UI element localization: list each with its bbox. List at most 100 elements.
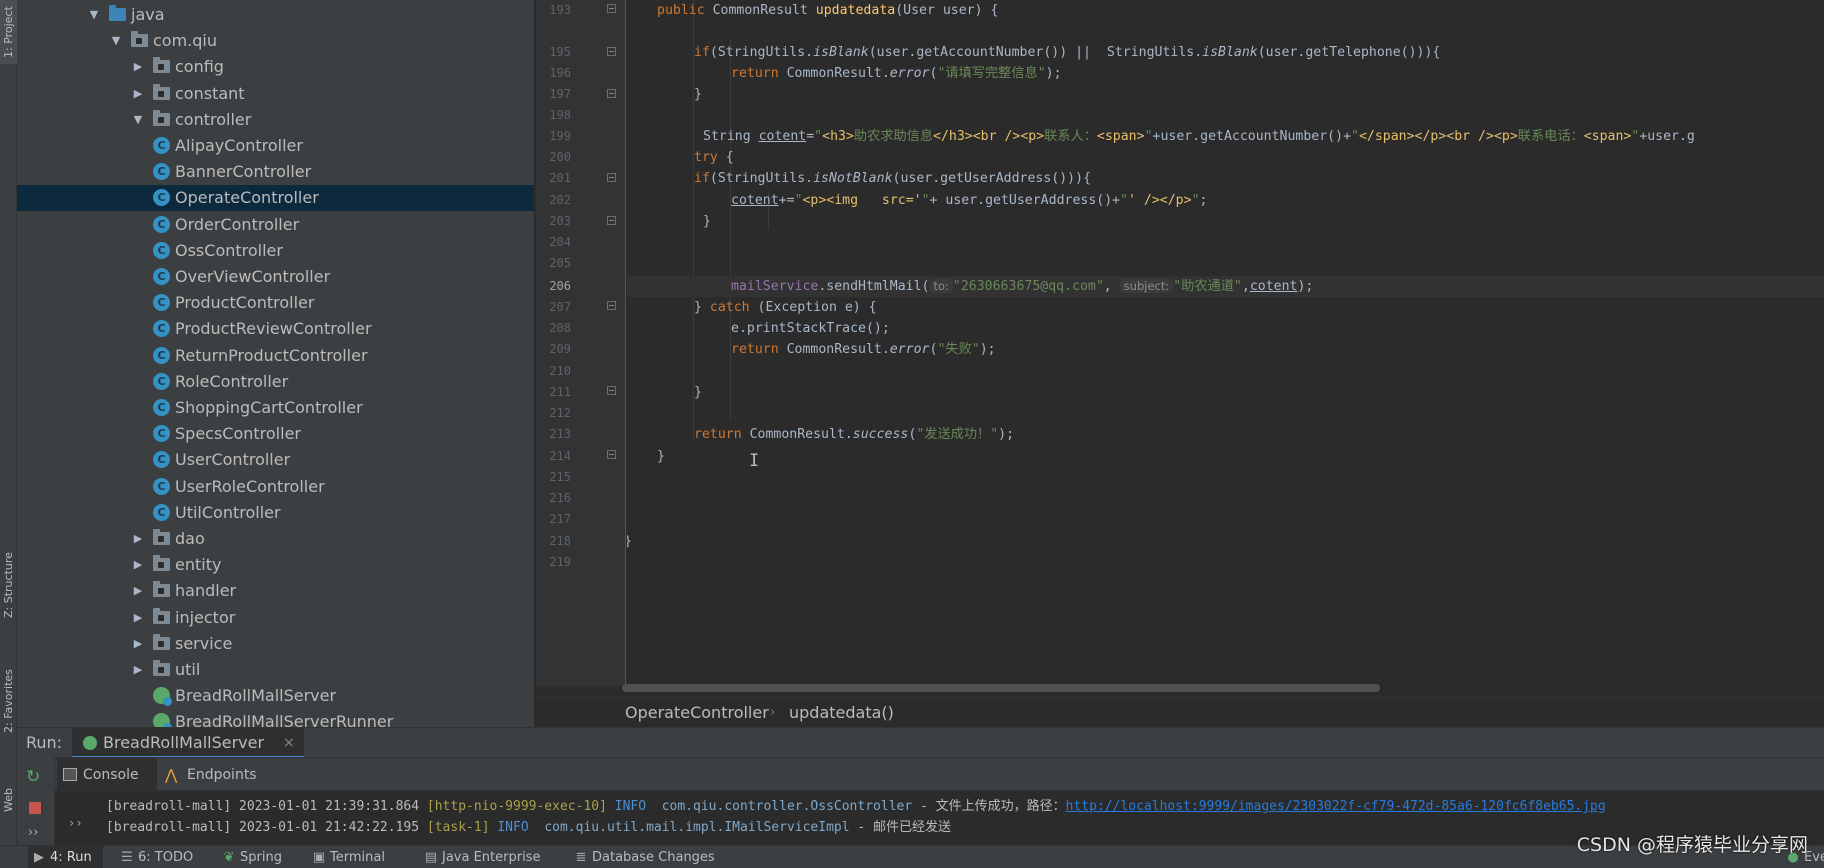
tree-node-productcontroller[interactable]: C ProductController <box>17 290 534 316</box>
list-icon: ☰ <box>121 850 133 865</box>
tree-node-osscontroller[interactable]: C OssController <box>17 238 534 264</box>
tree-node-controller[interactable]: ▼ controller <box>17 107 534 133</box>
endpoints-icon: ⋀ <box>165 766 178 784</box>
tree-node-breadrollmallserver[interactable]: BreadRollMallServer <box>17 683 534 709</box>
tree-node-label: injector <box>175 607 236 627</box>
chevron-right-icon[interactable]: ▶ <box>131 605 145 631</box>
editor-horizontal-scrollbar[interactable] <box>622 684 1380 692</box>
tree-node-overviewcontroller[interactable]: C OverViewController <box>17 264 534 290</box>
fold-marker[interactable] <box>607 173 616 182</box>
tree-node-label: UserController <box>175 450 291 470</box>
param-hint-subject: subject: <box>1119 279 1174 293</box>
line-number: 212 <box>549 406 571 420</box>
todo-tool-tab[interactable]: ☰ 6: TODO <box>120 846 193 868</box>
tree-node-rolecontroller[interactable]: C RoleController <box>17 369 534 395</box>
tree-node-injector[interactable]: ▶ injector <box>17 605 534 631</box>
favorites-tool-tab-label: 2: Favorites <box>2 669 15 733</box>
more-actions-icon[interactable]: ›› <box>28 825 38 840</box>
breadcrumb: OperateController › updatedata() <box>536 697 1824 727</box>
fold-marker[interactable] <box>607 4 616 13</box>
line-number: 216 <box>549 491 571 505</box>
tree-node-constant[interactable]: ▶ constant <box>17 81 534 107</box>
code-line-208: e.printStackTrace(); <box>731 321 890 336</box>
tree-node-userrolecontroller[interactable]: C UserRoleController <box>17 474 534 500</box>
chevron-right-icon[interactable]: ▶ <box>131 578 145 604</box>
project-tool-tab[interactable]: 1: Project <box>0 0 17 64</box>
tree-node-label: util <box>175 660 201 679</box>
console-tab-label: Console <box>83 767 139 783</box>
breadcrumb-class[interactable]: OperateController <box>625 698 769 728</box>
terminal-tool-tab-label: Terminal <box>330 850 385 865</box>
chevron-right-icon[interactable]: ▶ <box>131 81 145 107</box>
database-changes-tool-tab[interactable]: ≣ Database Changes <box>574 846 715 868</box>
console-output[interactable]: ›› [breadroll-mall] 2023-01-01 21:39:31.… <box>56 792 1824 845</box>
close-icon[interactable]: × <box>283 728 295 758</box>
tree-node-config[interactable]: ▶ config <box>17 54 534 80</box>
code-editor[interactable]: public CommonResult updatedata(User user… <box>627 0 1824 686</box>
chevron-right-icon[interactable]: ▶ <box>131 631 145 657</box>
fold-marker[interactable] <box>607 301 616 310</box>
fold-marker[interactable] <box>607 47 616 56</box>
breadcrumb-method[interactable]: updatedata() <box>789 698 894 728</box>
chevron-down-icon[interactable]: ▼ <box>87 2 101 28</box>
line-number: 204 <box>549 235 571 249</box>
tree-node-utilcontroller[interactable]: C UtilController <box>17 500 534 526</box>
tree-node-ordercontroller[interactable]: C OrderController <box>17 212 534 238</box>
run-config-tab[interactable]: BreadRollMallServer × <box>72 728 304 758</box>
rerun-icon[interactable]: ↻ <box>26 767 40 787</box>
code-line-206: mailService.sendHtmlMail(to: "2630663675@… <box>627 276 1824 297</box>
run-tool-tab[interactable]: ▶ 4: Run <box>28 846 103 868</box>
tree-node-operatecontroller[interactable]: C OperateController <box>17 185 534 212</box>
class-icon: C <box>153 320 170 338</box>
tree-node-label: ProductReviewController <box>175 319 372 339</box>
terminal-tool-tab[interactable]: ▣ Terminal <box>312 846 385 868</box>
tree-node-dao[interactable]: ▶ dao <box>17 526 534 552</box>
run-actions-toolbar: ↻ ›› <box>17 757 55 845</box>
tree-node-service[interactable]: ▶ service <box>17 631 534 657</box>
tree-node-util[interactable]: ▶ util <box>17 657 534 683</box>
fold-marker[interactable] <box>607 450 616 459</box>
line-number: 215 <box>549 470 571 484</box>
favorites-tool-tab[interactable]: 2: Favorites <box>0 663 17 739</box>
package-icon <box>153 529 170 545</box>
package-icon <box>153 57 170 74</box>
chevron-right-icon[interactable]: ▶ <box>131 526 145 552</box>
line-number: 198 <box>549 108 571 122</box>
structure-tool-tab[interactable]: Z: Structure <box>0 535 17 635</box>
run-tool-window-header: Run: BreadRollMallServer × <box>17 727 1824 758</box>
tree-node-handler[interactable]: ▶ handler <box>17 578 534 604</box>
package-icon <box>153 633 170 650</box>
chevron-down-icon[interactable]: ▼ <box>109 28 123 54</box>
console-expand-icon[interactable]: ›› <box>68 816 82 830</box>
tree-node-label: constant <box>175 83 245 103</box>
fold-marker[interactable] <box>607 216 616 225</box>
console-tab[interactable]: Console <box>57 758 157 792</box>
tree-node-breadrollmallserverrunner[interactable]: BreadRollMallServerRunner <box>17 709 534 727</box>
tree-node-shoppingcartcontroller[interactable]: C ShoppingCartController <box>17 395 534 421</box>
chevron-down-icon[interactable]: ▼ <box>131 107 145 133</box>
tree-node-returnproductcontroller[interactable]: C ReturnProductController <box>17 343 534 369</box>
line-number: 209 <box>549 342 571 356</box>
tree-node-label: ProductController <box>175 293 315 313</box>
tree-node-specscontroller[interactable]: C SpecsController <box>17 421 534 447</box>
fold-marker[interactable] <box>607 89 616 98</box>
tree-node-usercontroller[interactable]: C UserController <box>17 447 534 473</box>
chevron-right-icon[interactable]: ▶ <box>131 54 145 80</box>
web-tool-tab[interactable]: Web <box>0 780 17 820</box>
chevron-right-icon[interactable]: ▶ <box>131 552 145 578</box>
tree-node-alipaycontroller[interactable]: C AlipayController <box>17 133 534 159</box>
tree-node-com.qiu[interactable]: ▼ com.qiu <box>17 28 534 54</box>
java-enterprise-tool-tab[interactable]: ▤ Java Enterprise <box>424 846 541 868</box>
tree-node-productreviewcontroller[interactable]: C ProductReviewController <box>17 316 534 342</box>
stop-icon[interactable] <box>29 802 41 814</box>
tree-node-entity[interactable]: ▶ entity <box>17 552 534 578</box>
package-icon <box>153 581 170 598</box>
console-link[interactable]: http://localhost:9999/images/2303022f-cf… <box>1066 799 1606 814</box>
endpoints-tab[interactable]: ⋀ Endpoints <box>163 758 263 792</box>
project-tree: ▼ java ▼ com.qiu ▶ config ▶ constant ▼ controller… <box>17 0 535 727</box>
chevron-right-icon[interactable]: ▶ <box>131 657 145 683</box>
tree-node-java[interactable]: ▼ java <box>17 2 534 28</box>
fold-marker[interactable] <box>607 386 616 395</box>
spring-tool-tab[interactable]: ❦ Spring <box>222 846 282 868</box>
tree-node-bannercontroller[interactable]: C BannerController <box>17 159 534 185</box>
